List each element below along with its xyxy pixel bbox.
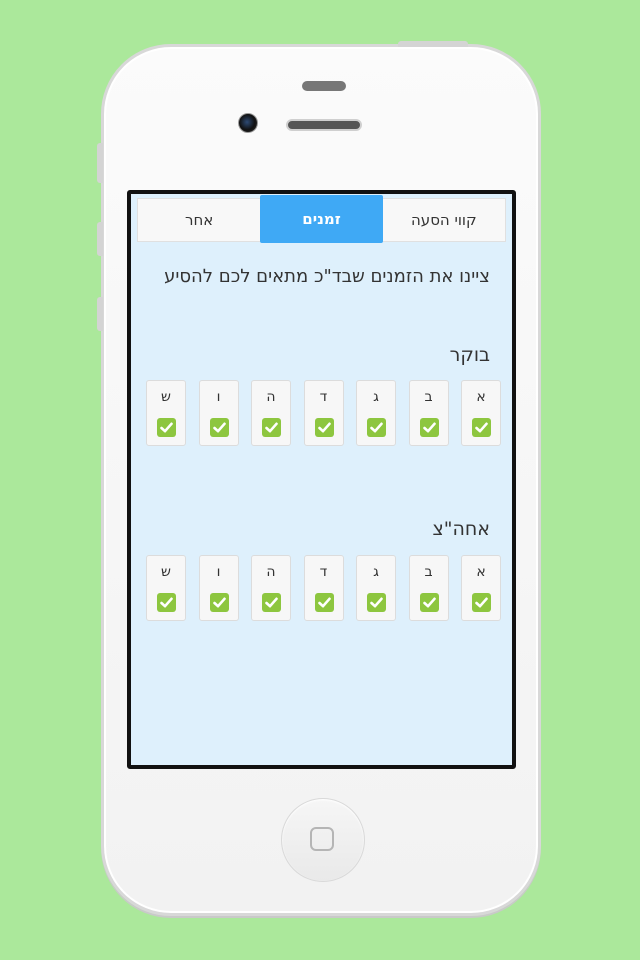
checkmark-icon[interactable] <box>314 418 334 437</box>
app-view: קווי הסעה זמנים אחר ציינו את הזמנים שבד"… <box>131 194 512 765</box>
page-title: ציינו את הזמנים שבד"כ מתאים לכם להסיע <box>164 266 490 287</box>
day-label: ג <box>373 564 379 580</box>
tab-times[interactable]: זמנים <box>260 195 383 243</box>
phone-screen: קווי הסעה זמנים אחר ציינו את הזמנים שבד"… <box>127 190 516 769</box>
day-selector-afternoon: אבגדהוש <box>142 555 501 621</box>
speaker-grille <box>286 119 362 131</box>
day-label: ד <box>319 564 328 580</box>
day-toggle[interactable]: ג <box>356 380 396 446</box>
checkmark-icon[interactable] <box>367 593 386 612</box>
checkmark-icon[interactable] <box>157 418 176 437</box>
day-toggle[interactable]: ב <box>408 380 449 446</box>
power-button <box>398 41 468 47</box>
proximity-sensor <box>302 81 346 91</box>
checkmark-icon[interactable] <box>419 418 439 437</box>
day-label: ג <box>373 389 379 405</box>
day-label: ה <box>266 389 276 405</box>
day-toggle[interactable]: ד <box>303 380 344 446</box>
mute-switch <box>97 143 103 183</box>
day-label: ו <box>216 564 221 580</box>
checkmark-icon[interactable] <box>472 418 491 437</box>
camera-icon <box>238 113 258 133</box>
day-toggle[interactable]: ש <box>146 380 186 446</box>
day-toggle[interactable]: ג <box>356 555 396 621</box>
tab-bar: קווי הסעה זמנים אחר <box>137 195 506 243</box>
checkmark-icon[interactable] <box>419 593 439 612</box>
day-label: ב <box>424 564 433 580</box>
tab-routes[interactable]: קווי הסעה <box>383 199 505 241</box>
day-toggle[interactable]: ב <box>408 555 449 621</box>
home-button-icon <box>310 827 334 851</box>
checkmark-icon[interactable] <box>209 418 229 437</box>
section-label-morning: בוקר <box>449 344 490 366</box>
volume-up-button <box>97 222 103 256</box>
day-label: א <box>476 389 486 405</box>
day-label: ד <box>319 389 328 405</box>
checkmark-icon[interactable] <box>314 593 334 612</box>
day-toggle[interactable]: ו <box>198 380 239 446</box>
home-button[interactable] <box>281 798 365 882</box>
checkmark-icon[interactable] <box>262 593 281 612</box>
day-label: ו <box>216 389 221 405</box>
volume-down-button <box>97 297 103 331</box>
day-toggle[interactable]: א <box>461 555 501 621</box>
checkmark-icon[interactable] <box>209 593 229 612</box>
day-toggle[interactable]: ה <box>251 380 291 446</box>
day-toggle[interactable]: ד <box>303 555 344 621</box>
day-toggle[interactable]: ה <box>251 555 291 621</box>
day-toggle[interactable]: ש <box>146 555 186 621</box>
day-label: ב <box>424 389 433 405</box>
day-label: ה <box>266 564 276 580</box>
checkmark-icon[interactable] <box>157 593 176 612</box>
tab-other[interactable]: אחר <box>138 199 260 241</box>
day-label: ש <box>161 389 171 405</box>
checkmark-icon[interactable] <box>262 418 281 437</box>
day-toggle[interactable]: ו <box>198 555 239 621</box>
day-toggle[interactable]: א <box>461 380 501 446</box>
day-label: א <box>476 564 486 580</box>
checkmark-icon[interactable] <box>367 418 386 437</box>
day-selector-morning: אבגדהוש <box>142 380 501 446</box>
checkmark-icon[interactable] <box>472 593 491 612</box>
day-label: ש <box>161 564 171 580</box>
section-label-afternoon: אחה"צ <box>432 518 490 540</box>
